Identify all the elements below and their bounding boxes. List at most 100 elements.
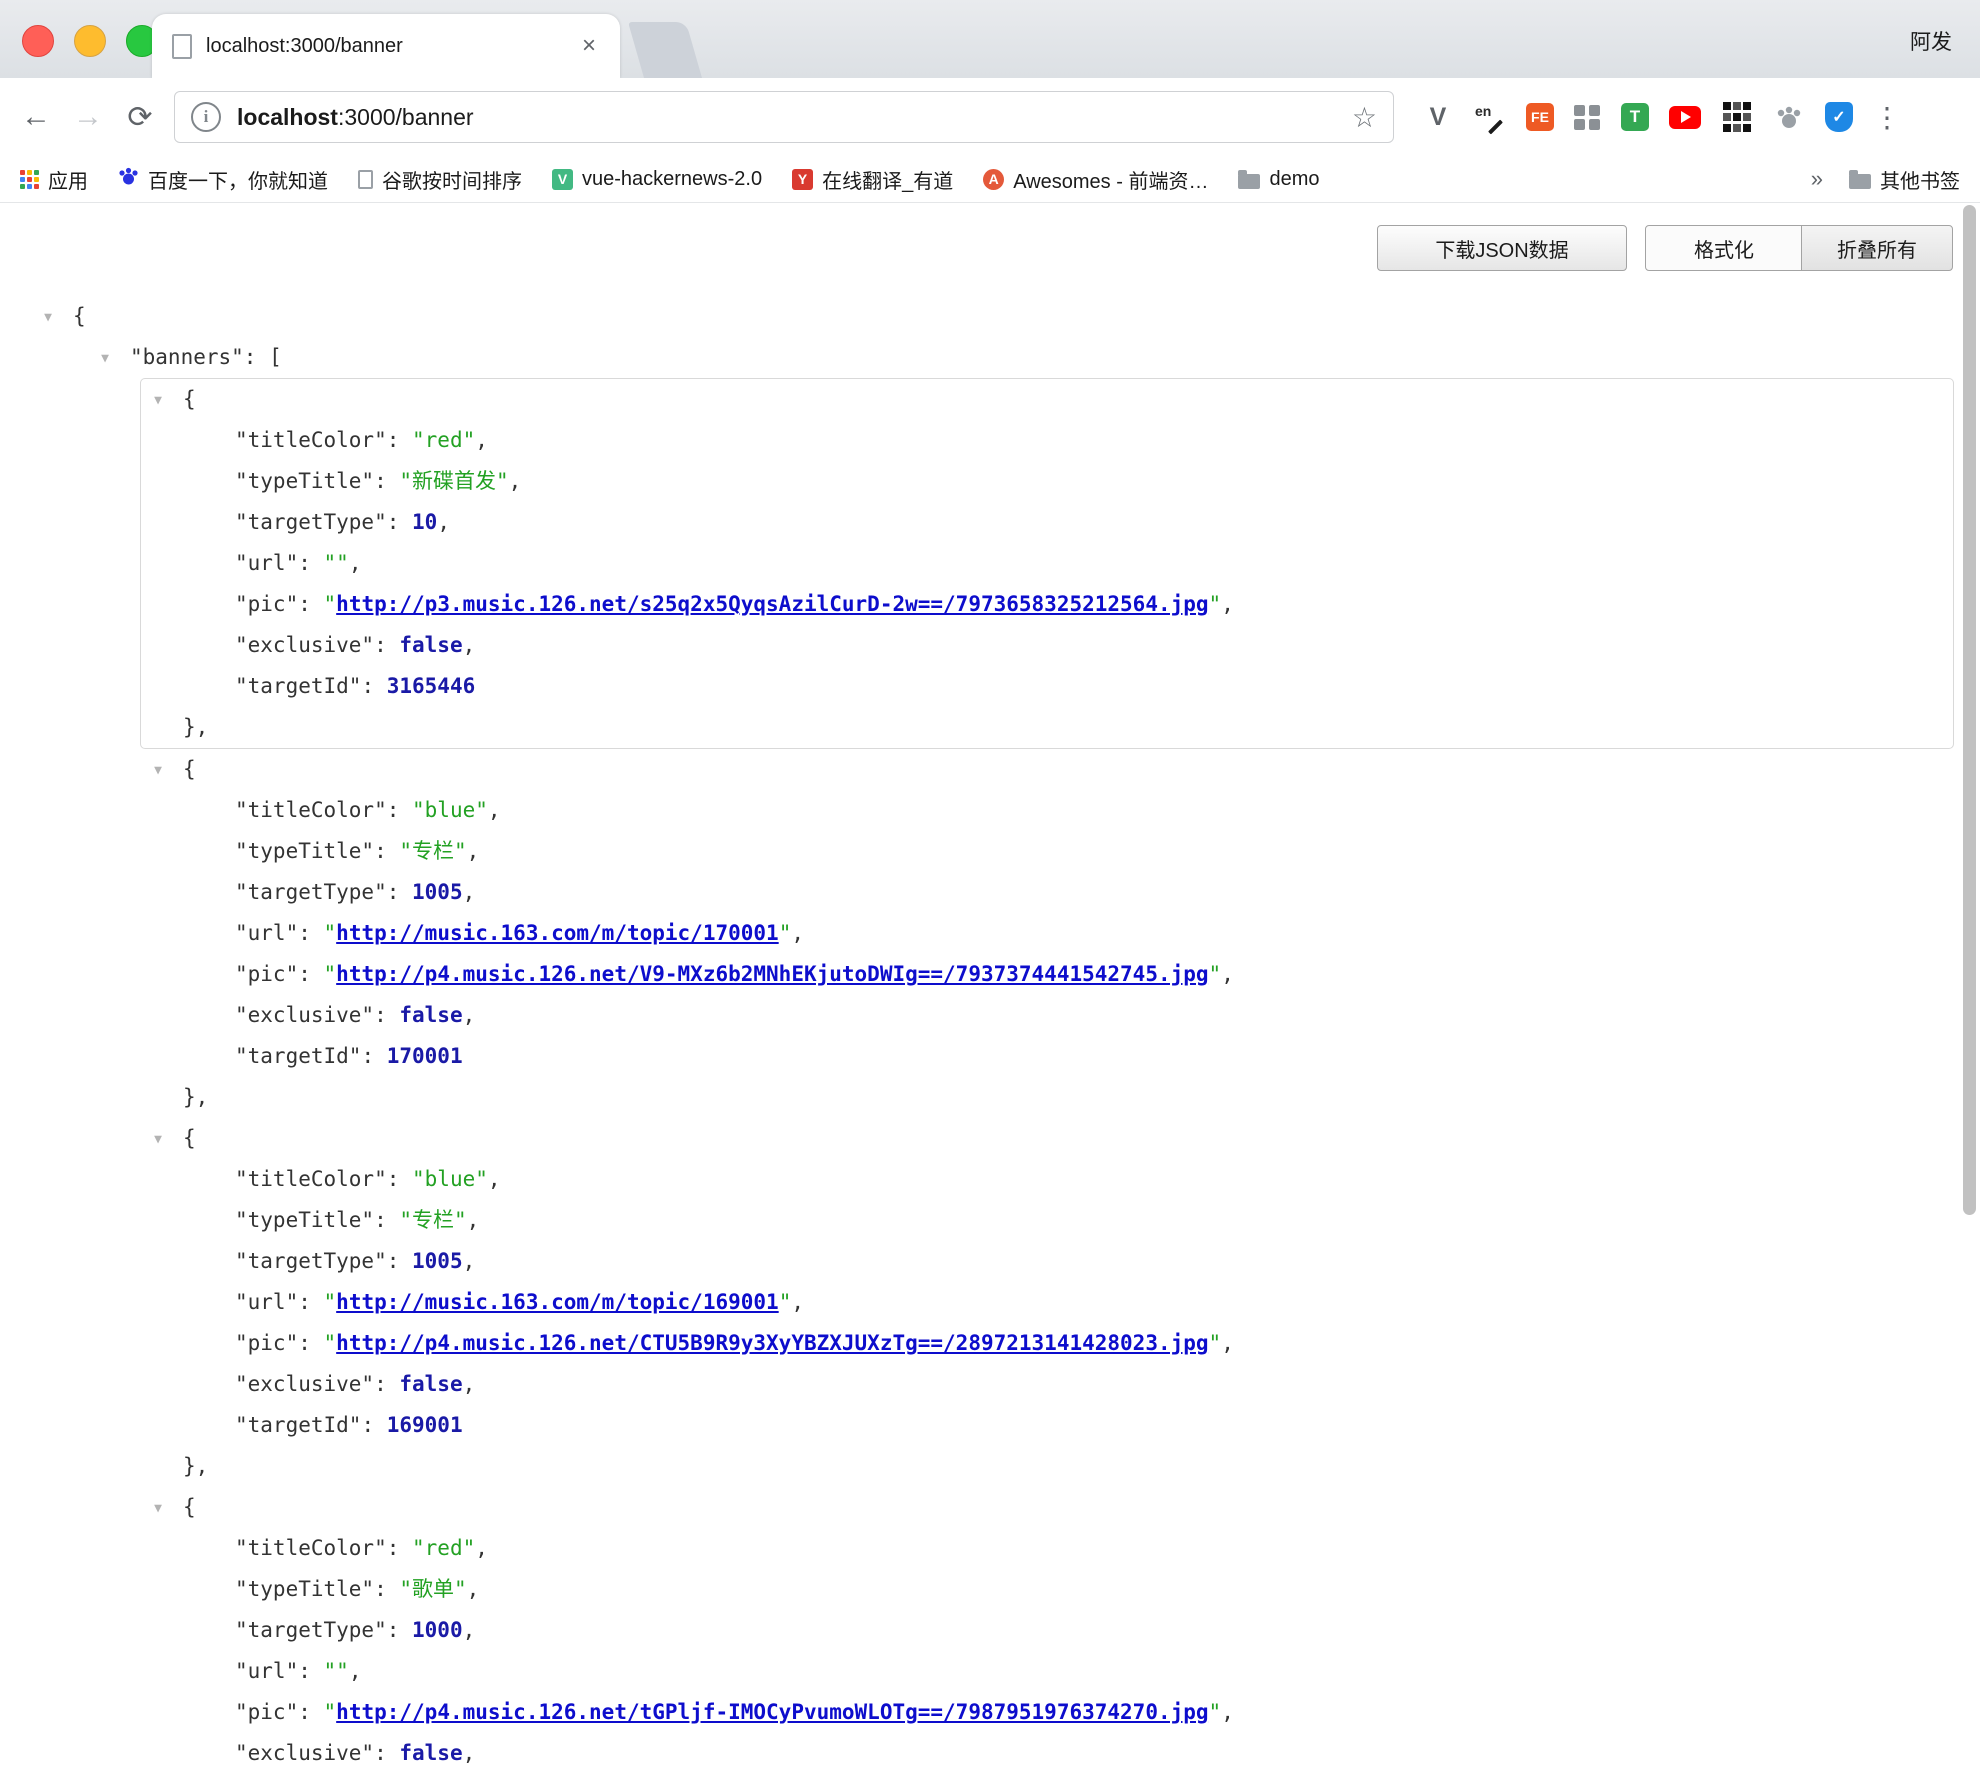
json-line: "targetType": 1005,	[0, 1241, 1954, 1282]
collapse-toggle-icon[interactable]: ▼	[147, 750, 169, 791]
json-key: "url"	[235, 1290, 298, 1314]
banner-object-box: ▼{"titleColor": "red","typeTitle": "新碟首发…	[140, 378, 1954, 749]
json-quote: "	[1209, 962, 1222, 986]
paw-extension-icon[interactable]	[1773, 101, 1805, 133]
json-punctuation: :	[387, 1249, 412, 1273]
new-tab-button[interactable]	[628, 22, 702, 78]
json-quote: "	[324, 1331, 337, 1355]
format-button[interactable]: 格式化	[1645, 225, 1803, 271]
collapse-toggle-icon[interactable]: ▼	[37, 297, 59, 338]
minimize-window-button[interactable]	[74, 25, 106, 57]
json-key: "pic"	[235, 592, 298, 616]
bookmark-star-icon[interactable]: ☆	[1352, 101, 1377, 134]
url-text[interactable]: localhost:3000/banner	[237, 104, 1352, 131]
json-boolean: false	[399, 633, 462, 657]
json-link-value[interactable]: http://p4.music.126.net/CTU5B9R9y3XyYBZX…	[336, 1331, 1208, 1355]
close-tab-icon[interactable]: ×	[578, 32, 600, 60]
youtube-extension-icon[interactable]	[1669, 106, 1701, 129]
bookmark-vue-hackernews[interactable]: V vue-hackernews-2.0	[552, 168, 762, 191]
collapse-toggle-icon[interactable]: ▼	[94, 338, 116, 379]
json-line: "url": "http://music.163.com/m/topic/169…	[0, 1282, 1954, 1323]
reload-icon[interactable]: ⟳	[114, 100, 166, 135]
collapse-all-button[interactable]: 折叠所有	[1801, 225, 1953, 271]
json-line: "titleColor": "blue",	[0, 790, 1954, 831]
profile-name[interactable]: 阿发	[1910, 26, 1952, 56]
json-punctuation: ,	[1221, 1700, 1234, 1724]
json-punctuation: ,	[488, 798, 501, 822]
json-link-value[interactable]: http://music.163.com/m/topic/169001	[336, 1290, 779, 1314]
bookmark-google-sort[interactable]: 谷歌按时间排序	[358, 165, 522, 194]
bookmarks-overflow-chevron[interactable]: »	[1811, 166, 1823, 192]
page-info-icon[interactable]: i	[191, 102, 221, 132]
bookmark-apps[interactable]: 应用	[20, 165, 88, 194]
bookmark-label: vue-hackernews-2.0	[582, 168, 762, 191]
json-link-value[interactable]: http://music.163.com/m/topic/170001	[336, 921, 779, 945]
json-key: "targetType"	[235, 880, 387, 904]
json-punctuation: ,	[463, 880, 476, 904]
json-punctuation: ,	[791, 1290, 804, 1314]
tab-title: localhost:3000/banner	[206, 35, 578, 58]
json-line: "exclusive": false,	[0, 995, 1954, 1036]
json-key: "pic"	[235, 962, 298, 986]
browser-menu-icon[interactable]: ⋮	[1873, 101, 1901, 134]
page-icon	[358, 170, 373, 189]
json-key: "targetId"	[235, 674, 361, 698]
json-quote: "	[324, 1290, 337, 1314]
close-window-button[interactable]	[22, 25, 54, 57]
forward-icon[interactable]: →	[62, 100, 114, 134]
json-punctuation: ,	[463, 1741, 476, 1765]
json-punctuation: ,	[349, 1659, 362, 1683]
browser-tab[interactable]: localhost:3000/banner ×	[152, 14, 620, 78]
back-icon[interactable]: ←	[10, 100, 62, 134]
collapse-toggle-icon[interactable]: ▼	[147, 1488, 169, 1529]
json-key: "titleColor"	[235, 1167, 387, 1191]
json-line: "typeTitle": "专栏",	[0, 831, 1954, 872]
t-shield-extension-icon[interactable]: T	[1621, 103, 1649, 131]
json-punctuation: [	[269, 345, 282, 369]
json-number: 1005	[412, 1249, 463, 1273]
json-punctuation: ,	[467, 1208, 480, 1232]
folder-icon	[1849, 174, 1871, 189]
json-number: 10	[412, 510, 437, 534]
other-bookmarks-folder[interactable]: 其他书签	[1849, 165, 1960, 194]
json-line: "titleColor": "red",	[0, 1528, 1954, 1569]
json-link-value[interactable]: http://p4.music.126.net/tGPljf-IMOCyPvum…	[336, 1700, 1208, 1724]
json-quote: "	[1209, 1331, 1222, 1355]
json-key: "targetId"	[235, 1413, 361, 1437]
json-line: "url": "",	[141, 543, 1953, 584]
json-string: "red"	[412, 428, 475, 452]
json-link-value[interactable]: http://p4.music.126.net/V9-MXz6b2MNhEKju…	[336, 962, 1208, 986]
json-boolean: false	[399, 1003, 462, 1027]
json-line: },	[0, 1446, 1954, 1487]
address-bar[interactable]: i localhost:3000/banner ☆	[174, 91, 1394, 143]
collapse-toggle-icon[interactable]: ▼	[147, 380, 169, 421]
bookmark-youdao-translate[interactable]: Y 在线翻译_有道	[792, 165, 953, 194]
json-key: "titleColor"	[235, 1536, 387, 1560]
vertical-scrollbar[interactable]	[1963, 205, 1976, 1215]
translate-extension-icon[interactable]: en	[1474, 101, 1506, 133]
json-key: "pic"	[235, 1700, 298, 1724]
vimium-extension-icon[interactable]: V	[1422, 101, 1454, 133]
json-number: 169001	[387, 1413, 463, 1437]
bookmark-demo-folder[interactable]: demo	[1238, 168, 1319, 191]
json-key: "url"	[235, 921, 298, 945]
qr-code-extension-icon[interactable]	[1721, 101, 1753, 133]
json-line: "titleColor": "red",	[141, 420, 1953, 461]
bookmark-baidu[interactable]: 百度一下，你就知道	[118, 165, 328, 194]
download-json-button[interactable]: 下载JSON数据	[1377, 225, 1627, 271]
json-boolean: false	[399, 1741, 462, 1765]
json-key: "targetType"	[235, 1618, 387, 1642]
json-quote: "	[324, 1700, 337, 1724]
json-punctuation: },	[183, 715, 208, 739]
security-shield-extension-icon[interactable]: ✓	[1825, 102, 1853, 132]
json-punctuation: ,	[791, 921, 804, 945]
fe-extension-icon[interactable]: FE	[1526, 103, 1554, 131]
sitemap-extension-icon[interactable]	[1574, 105, 1601, 130]
bookmark-awesomes[interactable]: A Awesomes - 前端资…	[983, 165, 1208, 194]
json-line: "exclusive": false,	[141, 625, 1953, 666]
json-link-value[interactable]: http://p3.music.126.net/s25q2x5QyqsAzilC…	[336, 592, 1208, 616]
json-key: "exclusive"	[235, 1003, 374, 1027]
collapse-toggle-icon[interactable]: ▼	[147, 1119, 169, 1160]
json-line: ▼{	[0, 749, 1954, 790]
pen-icon	[1488, 120, 1503, 135]
